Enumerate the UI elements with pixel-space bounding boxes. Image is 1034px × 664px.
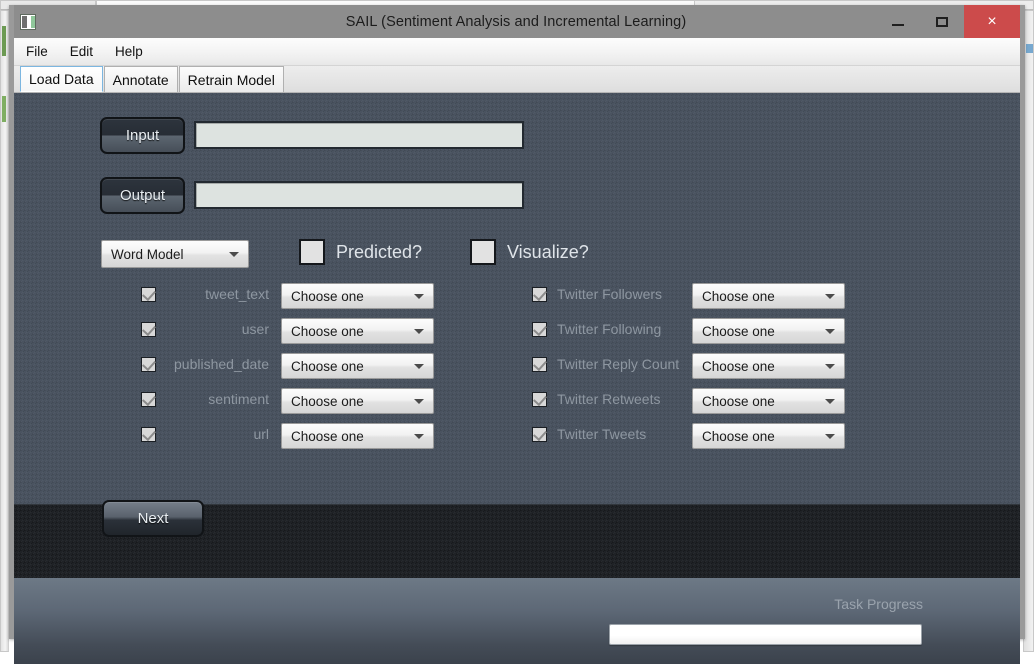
footer-panel: Task Progress: [14, 578, 1020, 664]
visualize-label: Visualize?: [507, 242, 589, 262]
published-date-label: published_date: [174, 356, 269, 372]
input-button[interactable]: Input: [100, 117, 185, 154]
tweet-text-select-value: Choose one: [291, 288, 364, 304]
maximize-icon: [936, 16, 948, 27]
minimize-button[interactable]: [876, 5, 920, 38]
published-date-select-value: Choose one: [291, 358, 364, 374]
chevron-down-icon: [414, 293, 424, 299]
twitter-following-select-value: Choose one: [702, 323, 775, 339]
twitter-reply-count-select-value: Choose one: [702, 358, 775, 374]
window-controls: ×: [876, 5, 1020, 38]
tweet-text-select[interactable]: Choose one: [281, 283, 434, 309]
twitter-retweets-label: Twitter Retweets: [557, 391, 661, 407]
predicted-label: Predicted?: [336, 242, 423, 262]
load-data-panel: Input Output Word Model Predicted? Visua…: [14, 93, 1020, 578]
url-select-value: Choose one: [291, 428, 364, 444]
twitter-followers-select-value: Choose one: [702, 288, 775, 304]
twitter-retweets-select[interactable]: Choose one: [692, 388, 845, 414]
twitter-tweets-label: Twitter Tweets: [557, 426, 647, 442]
tab-retrain-model[interactable]: Retrain Model: [178, 66, 284, 92]
task-progress-bar: [609, 624, 922, 645]
sentiment-select-value: Choose one: [291, 393, 364, 409]
twitter-followers-select[interactable]: Choose one: [692, 283, 845, 309]
twitter-tweets-select[interactable]: Choose one: [692, 423, 845, 449]
user-select[interactable]: Choose one: [281, 318, 434, 344]
background-accent-green-top: [2, 26, 6, 56]
close-button[interactable]: ×: [964, 5, 1020, 38]
output-path-field[interactable]: [194, 181, 524, 209]
background-accent-green-bottom: [2, 96, 6, 122]
user-select-value: Choose one: [291, 323, 364, 339]
tab-annotate[interactable]: Annotate: [103, 66, 178, 92]
twitter-retweets-select-value: Choose one: [702, 393, 775, 409]
tweet-text-label: tweet_text: [205, 286, 269, 302]
menu-item-file[interactable]: File: [26, 44, 48, 59]
twitter-reply-count-checkbox[interactable]: [532, 356, 547, 372]
minimize-icon: [892, 23, 904, 26]
tab-load-data[interactable]: Load Data: [20, 66, 103, 92]
chevron-down-icon: [414, 363, 424, 369]
next-button[interactable]: Next: [102, 500, 204, 537]
tab-bar: Load Data Annotate Retrain Model: [14, 66, 1020, 93]
menu-bar: File Edit Help: [14, 38, 1020, 66]
sentiment-label: sentiment: [208, 391, 269, 407]
predicted-checkbox[interactable]: [299, 239, 325, 265]
twitter-followers-checkbox[interactable]: [532, 286, 547, 302]
chevron-down-icon: [825, 293, 835, 299]
url-label: url: [253, 426, 269, 442]
twitter-following-label: Twitter Following: [557, 321, 662, 337]
chevron-down-icon: [229, 251, 239, 257]
twitter-tweets-select-value: Choose one: [702, 428, 775, 444]
twitter-following-select[interactable]: Choose one: [692, 318, 845, 344]
title-bar: SAIL (Sentiment Analysis and Incremental…: [14, 5, 1020, 38]
maximize-button[interactable]: [920, 5, 964, 38]
twitter-following-checkbox[interactable]: [532, 321, 547, 337]
input-path-field[interactable]: [194, 121, 524, 149]
close-icon: ×: [987, 12, 997, 30]
chevron-down-icon: [825, 328, 835, 334]
word-model-select[interactable]: Word Model: [101, 240, 249, 268]
user-label: user: [241, 321, 269, 337]
chevron-down-icon: [414, 433, 424, 439]
sentiment-select[interactable]: Choose one: [281, 388, 434, 414]
menu-item-help[interactable]: Help: [115, 44, 143, 59]
output-button[interactable]: Output: [100, 177, 185, 214]
twitter-tweets-checkbox[interactable]: [532, 426, 547, 442]
chevron-down-icon: [414, 328, 424, 334]
chevron-down-icon: [825, 433, 835, 439]
chevron-down-icon: [825, 398, 835, 404]
visualize-checkbox[interactable]: [470, 239, 496, 265]
twitter-reply-count-label: Twitter Reply Count: [557, 356, 680, 372]
twitter-followers-label: Twitter Followers: [557, 286, 663, 302]
twitter-retweets-checkbox[interactable]: [532, 391, 547, 407]
published-date-select[interactable]: Choose one: [281, 353, 434, 379]
app-icon: [20, 14, 36, 30]
menu-item-edit[interactable]: Edit: [70, 44, 93, 59]
chevron-down-icon: [825, 363, 835, 369]
task-progress-label: Task Progress: [834, 596, 923, 612]
word-model-select-value: Word Model: [111, 246, 184, 262]
application-window: SAIL (Sentiment Analysis and Incremental…: [9, 5, 1025, 664]
window-title: SAIL (Sentiment Analysis and Incremental…: [345, 13, 687, 30]
background-accent-blue: [1026, 44, 1033, 53]
twitter-reply-count-select[interactable]: Choose one: [692, 353, 845, 379]
chevron-down-icon: [414, 398, 424, 404]
url-select[interactable]: Choose one: [281, 423, 434, 449]
